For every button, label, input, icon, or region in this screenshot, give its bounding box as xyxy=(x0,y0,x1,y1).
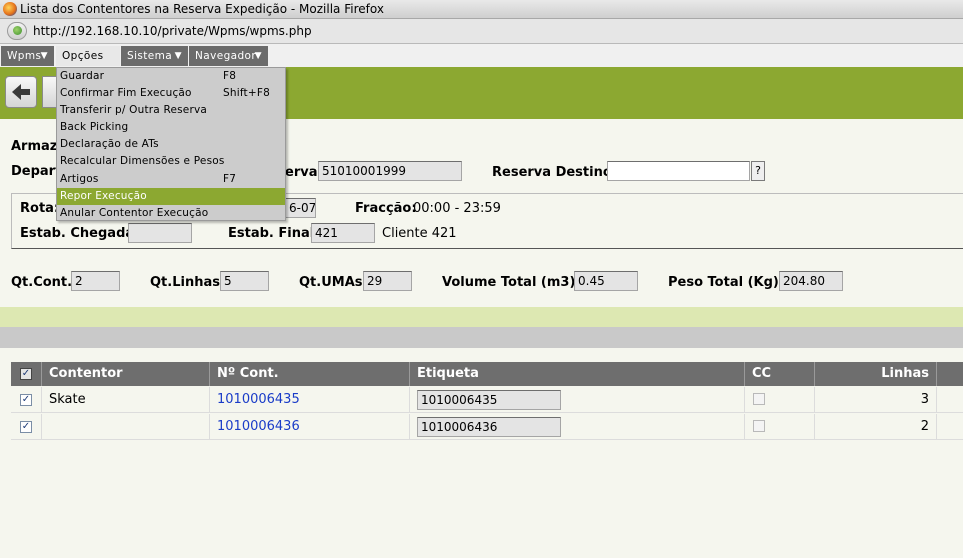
col-cc[interactable]: CC xyxy=(745,362,815,386)
opcoes-dropdown-menu: Guardar F8 Confirmar Fim Execução Shift+… xyxy=(56,67,286,221)
fraccao-label: Fracção: xyxy=(355,201,417,216)
reserva-field[interactable]: 51010001999 xyxy=(318,161,462,181)
etiqueta-field[interactable]: 1010006436 xyxy=(417,417,561,437)
section-band-grey xyxy=(0,327,963,348)
cell-etiqueta: 1010006435 xyxy=(410,387,745,413)
cell-etiqueta: 1010006436 xyxy=(410,414,745,440)
table-row[interactable]: ✓ 1010006436 1010006436 2 xyxy=(11,414,963,440)
menu-item-confirmar-fim-execucao[interactable]: Confirmar Fim Execução Shift+F8 xyxy=(57,85,285,102)
qt-linhas-field: 5 xyxy=(220,271,269,291)
volume-total-label: Volume Total (m3): xyxy=(442,275,581,290)
menu-item-transferir[interactable]: Transferir p/ Outra Reserva xyxy=(57,102,285,119)
fraccao-value: 00:00 - 23:59 xyxy=(413,201,501,216)
menu-item-shortcut: F8 xyxy=(223,70,237,82)
url-bar: http://192.168.10.10/private/Wpms/wpms.p… xyxy=(0,19,963,44)
menu-wpms[interactable]: Wpms ▼ xyxy=(1,46,54,66)
menu-navegador[interactable]: Navegador ▼ xyxy=(189,46,268,66)
row-select-cell: ✓ xyxy=(11,414,42,440)
estab-final-name: Cliente 421 xyxy=(382,226,457,241)
cell-cc xyxy=(745,387,815,413)
menu-item-artigos[interactable]: Artigos F7 xyxy=(57,171,285,188)
cell-n-cont-link[interactable]: 1010006436 xyxy=(210,414,410,440)
chevron-down-icon: ▼ xyxy=(174,51,182,61)
rota-date-field: 6-07 xyxy=(286,198,316,218)
menu-item-shortcut: Shift+F8 xyxy=(223,87,270,99)
cell-linhas: 2 xyxy=(815,414,937,440)
table-row[interactable]: ✓ Skate 1010006435 1010006435 3 xyxy=(11,387,963,413)
etiqueta-field[interactable]: 1010006435 xyxy=(417,390,561,410)
app-menubar: Wpms ▼ Opções Sistema ▼ Navegador ▼ xyxy=(0,44,963,67)
firefox-icon xyxy=(3,2,17,16)
col-contentor[interactable]: Contentor xyxy=(42,362,210,386)
table-header: ✓ Contentor Nº Cont. Etiqueta CC Linhas xyxy=(11,362,963,386)
cell-cc xyxy=(745,414,815,440)
col-etiqueta[interactable]: Etiqueta xyxy=(410,362,745,386)
menu-item-guardar[interactable]: Guardar F8 xyxy=(57,68,285,85)
chevron-down-icon: ▼ xyxy=(254,51,262,61)
chevron-down-icon: ▼ xyxy=(40,51,48,61)
cc-checkbox[interactable] xyxy=(753,420,765,432)
menu-item-shortcut: F7 xyxy=(223,173,237,185)
menu-item-label: Declaração de ATs xyxy=(60,138,159,150)
reserva-destino-label: Reserva Destino: xyxy=(492,165,617,180)
back-button[interactable] xyxy=(5,76,37,108)
estab-final-label: Estab. Final: xyxy=(228,226,320,241)
menu-sistema[interactable]: Sistema ▼ xyxy=(121,46,188,66)
arrow-left-icon xyxy=(12,84,30,100)
menu-item-label: Repor Execução xyxy=(60,190,147,202)
cc-checkbox[interactable] xyxy=(753,393,765,405)
departamento-label: Depart xyxy=(11,164,62,179)
menu-sistema-label: Sistema xyxy=(127,50,173,62)
menu-navegador-label: Navegador xyxy=(195,50,257,62)
qt-cont-field: 2 xyxy=(71,271,120,291)
cell-n-cont-link[interactable]: 1010006435 xyxy=(210,387,410,413)
peso-total-label: Peso Total (Kg): xyxy=(668,275,785,290)
reserva-destino-lookup-button[interactable]: ? xyxy=(751,161,765,181)
cell-linhas: 3 xyxy=(815,387,937,413)
row-select-cell: ✓ xyxy=(11,387,42,413)
menu-item-label: Anular Contentor Execução xyxy=(60,207,209,219)
menu-item-anular-contentor[interactable]: Anular Contentor Execução xyxy=(57,205,285,222)
menu-item-recalcular[interactable]: Recalcular Dimensões e Pesos xyxy=(57,153,285,170)
row-checkbox[interactable]: ✓ xyxy=(20,421,32,433)
section-band xyxy=(0,307,963,327)
menu-item-label: Recalcular Dimensões e Pesos xyxy=(60,155,225,167)
qt-umas-label: Qt.UMAs: xyxy=(299,275,368,290)
menu-item-repor-execucao[interactable]: Repor Execução xyxy=(57,188,285,205)
col-linhas[interactable]: Linhas xyxy=(815,362,937,386)
col-n-cont[interactable]: Nº Cont. xyxy=(210,362,410,386)
reserva-destino-input[interactable] xyxy=(607,161,750,181)
estab-chegada-field[interactable] xyxy=(128,223,192,243)
peso-total-field: 204.80 xyxy=(779,271,843,291)
menu-item-label: Artigos xyxy=(60,173,99,185)
row-checkbox[interactable]: ✓ xyxy=(20,394,32,406)
menu-item-label: Back Picking xyxy=(60,121,129,133)
window-titlebar: Lista dos Contentores na Reserva Expediç… xyxy=(0,0,963,19)
rota-label: Rota: xyxy=(20,201,60,216)
menu-item-label: Transferir p/ Outra Reserva xyxy=(60,104,208,116)
menu-opcoes[interactable]: Opções xyxy=(56,46,120,66)
volume-total-field: 0.45 xyxy=(574,271,638,291)
estab-final-field: 421 xyxy=(311,223,375,243)
menu-item-declaracao-ats[interactable]: Declaração de ATs xyxy=(57,136,285,153)
cell-contentor: Skate xyxy=(42,387,210,413)
select-all-cell: ✓ xyxy=(11,362,42,386)
menu-item-label: Guardar xyxy=(60,70,105,82)
menu-opcoes-label: Opções xyxy=(62,50,104,62)
qt-cont-label: Qt.Cont.: xyxy=(11,275,78,290)
site-identity-icon[interactable] xyxy=(7,22,27,40)
menu-wpms-label: Wpms xyxy=(7,50,42,62)
url-field[interactable]: http://192.168.10.10/private/Wpms/wpms.p… xyxy=(33,24,312,38)
menu-item-back-picking[interactable]: Back Picking xyxy=(57,119,285,136)
qt-linhas-label: Qt.Linhas: xyxy=(150,275,226,290)
estab-chegada-label: Estab. Chegada: xyxy=(20,226,140,241)
select-all-checkbox[interactable]: ✓ xyxy=(20,368,32,380)
cell-contentor xyxy=(42,414,210,440)
qt-umas-field: 29 xyxy=(363,271,412,291)
menu-item-label: Confirmar Fim Execução xyxy=(60,87,192,99)
window-title: Lista dos Contentores na Reserva Expediç… xyxy=(20,2,384,16)
